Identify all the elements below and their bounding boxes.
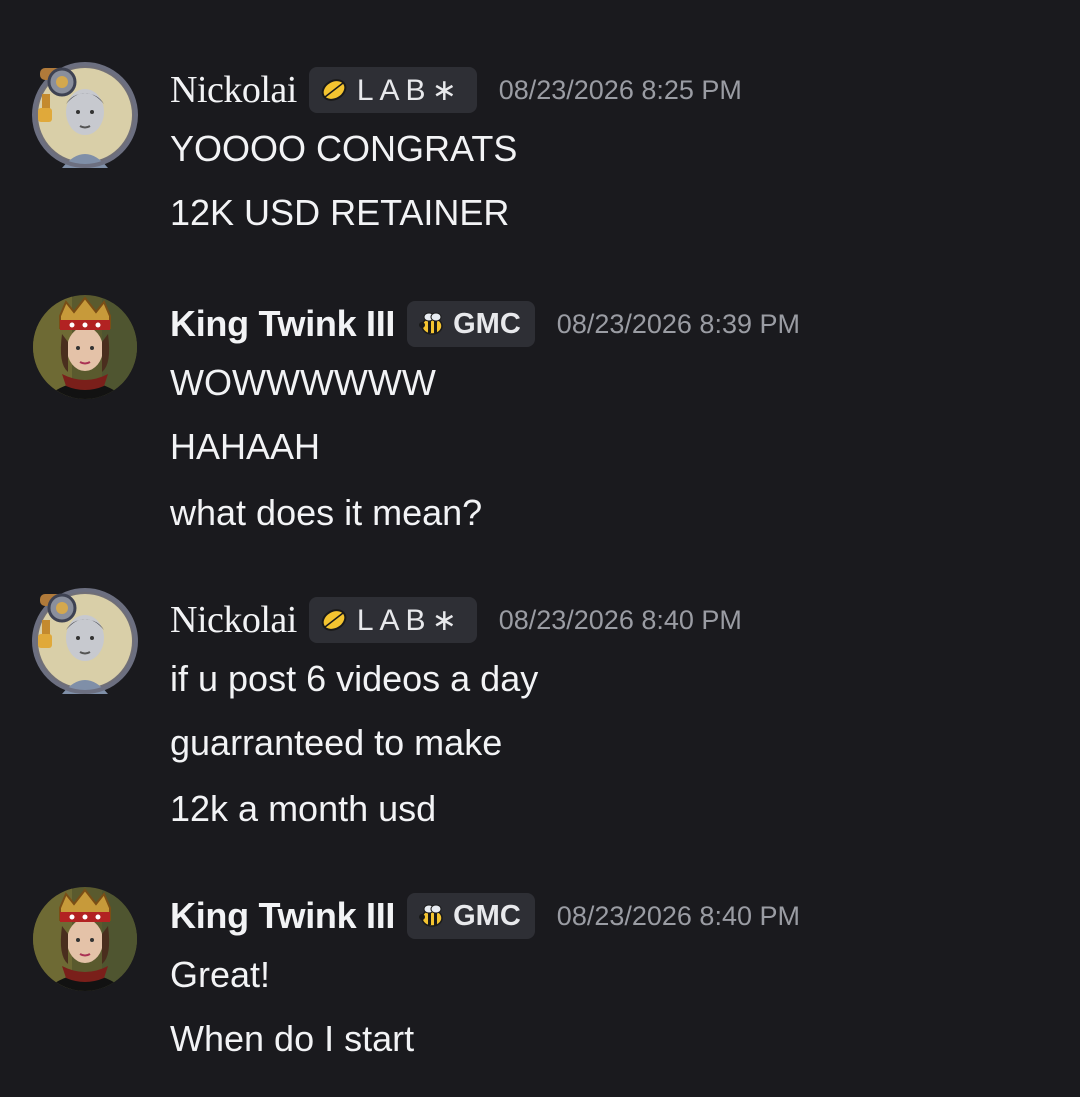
message-content: if u post 6 videos a day guarranteed to …	[170, 648, 538, 842]
username[interactable]: King Twink III	[170, 895, 395, 937]
message-content: Great! When do I start	[170, 944, 414, 1072]
username[interactable]: Nickolai	[170, 598, 297, 642]
message-header: Nickolai LAB∗ 08/23/2026 8:40 PM	[170, 592, 742, 648]
server-tag[interactable]: LAB∗	[308, 67, 477, 113]
message-line: guarranteed to make	[170, 722, 503, 763]
avatar[interactable]	[32, 886, 138, 992]
avatar-nickolai-icon	[32, 588, 138, 694]
username[interactable]: King Twink III	[170, 303, 395, 345]
message-content: WOWWWWWW HAHAAH what does it mean?	[170, 352, 482, 546]
message-header: King Twink III GMC 08/23/2026 8:39 PM	[170, 296, 800, 352]
timestamp: 08/23/2026 8:40 PM	[498, 604, 742, 635]
bee-icon	[419, 312, 443, 335]
server-tag[interactable]: GMC	[407, 893, 535, 939]
server-tag[interactable]: LAB∗	[308, 597, 477, 643]
tag-label: LAB∗	[356, 73, 463, 107]
avatar[interactable]	[32, 588, 138, 694]
message-line: HAHAAH	[170, 426, 321, 467]
message-line: When do I start	[170, 1018, 415, 1059]
server-tag[interactable]: GMC	[407, 301, 535, 347]
message-header: Nickolai LAB∗ 08/23/2026 8:25 PM	[170, 62, 742, 118]
tag-label: GMC	[453, 899, 521, 932]
avatar-king-twink-icon	[33, 887, 137, 991]
lemon-icon	[321, 79, 347, 101]
bee-icon	[419, 904, 443, 927]
timestamp: 08/23/2026 8:40 PM	[556, 900, 800, 931]
message-line: Great!	[170, 954, 271, 995]
avatar[interactable]	[32, 294, 138, 400]
message-line: 12K USD RETAINER	[170, 192, 510, 233]
tag-label: GMC	[453, 307, 521, 340]
avatar-nickolai-icon	[32, 62, 138, 168]
message-line: 12k a month usd	[170, 788, 437, 829]
timestamp: 08/23/2026 8:25 PM	[498, 74, 742, 105]
message-content: YOOOO CONGRATS 12K USD RETAINER	[170, 118, 517, 246]
message-line: YOOOO CONGRATS	[170, 128, 518, 169]
message-line: WOWWWWWW	[170, 362, 436, 403]
username[interactable]: Nickolai	[170, 68, 297, 112]
message-line: if u post 6 videos a day	[170, 658, 539, 699]
avatar-king-twink-icon	[33, 295, 137, 399]
lemon-icon	[321, 609, 347, 631]
tag-label: LAB∗	[356, 603, 463, 637]
avatar[interactable]	[32, 62, 138, 168]
message-line: what does it mean?	[170, 492, 483, 533]
message-header: King Twink III GMC 08/23/2026 8:40 PM	[170, 888, 800, 944]
timestamp: 08/23/2026 8:39 PM	[556, 308, 800, 339]
